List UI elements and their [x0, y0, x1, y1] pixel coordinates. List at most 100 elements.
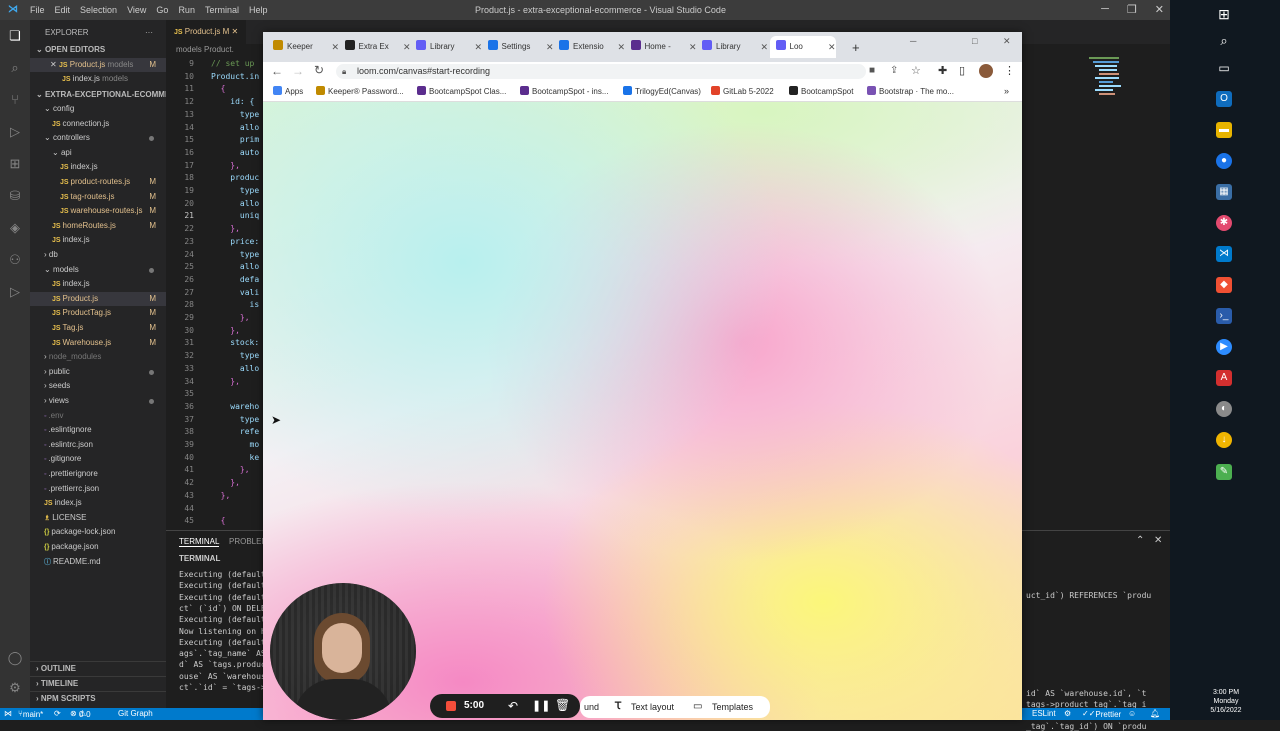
chrome-tab[interactable]: Keeper ✕: [273, 36, 339, 58]
tree-folder[interactable]: › views: [30, 394, 166, 408]
tree-folder[interactable]: › seeds: [30, 379, 166, 393]
tab-close-icon[interactable]: ✕: [617, 36, 625, 58]
code-line[interactable]: type: [211, 110, 259, 119]
search-icon[interactable]: ⌕: [7, 60, 23, 76]
system-clock[interactable]: 3:00 PM Monday 5/16/2022: [1196, 688, 1256, 715]
tree-file[interactable]: JS connection.js: [30, 117, 166, 131]
tree-file[interactable]: JS warehouse-routes.js M: [30, 204, 166, 218]
code-line[interactable]: {: [211, 516, 226, 525]
npm-scripts-section[interactable]: › NPM SCRIPTS: [30, 691, 166, 705]
code-line[interactable]: },: [211, 224, 240, 233]
tab-close-icon[interactable]: ✕: [403, 36, 411, 58]
bookmarks-overflow-icon[interactable]: »: [1004, 86, 1009, 96]
tree-file[interactable]: ⓘ README.md: [30, 555, 166, 569]
tree-file[interactable]: ◦ .prettierignore: [30, 467, 166, 481]
camera-icon[interactable]: ■: [869, 65, 875, 76]
tree-file[interactable]: ◦ .env: [30, 409, 166, 423]
chrome-tab[interactable]: Library ✕: [702, 36, 768, 58]
code-line[interactable]: price:: [211, 237, 259, 246]
tree-file[interactable]: JS index.js: [30, 496, 166, 510]
bookmark-star-icon[interactable]: ☆: [911, 64, 921, 77]
code-line[interactable]: {: [211, 84, 226, 93]
account-icon[interactable]: ◯: [7, 650, 23, 666]
extensions-puzzle-icon[interactable]: ✚: [938, 64, 947, 77]
code-line[interactable]: type: [211, 351, 259, 360]
menu-edit[interactable]: Edit: [55, 5, 71, 15]
code-line[interactable]: type: [211, 186, 259, 195]
notifications-icon[interactable]: 🔔︎: [1150, 709, 1160, 718]
share-icon[interactable]: ⇪: [890, 65, 898, 76]
tab-close-icon[interactable]: ✕: [760, 36, 768, 58]
tree-file[interactable]: ◦ .eslintignore: [30, 423, 166, 437]
code-line[interactable]: uniq: [211, 211, 259, 220]
database-icon[interactable]: ⛁: [7, 188, 23, 204]
menu-help[interactable]: Help: [249, 5, 268, 15]
zoom-icon[interactable]: ▶: [1216, 339, 1232, 355]
chevron-up-icon[interactable]: ⌃: [1136, 535, 1144, 546]
tree-file[interactable]: JS Tag.js M: [30, 321, 166, 335]
tree-file[interactable]: JS index.js: [30, 160, 166, 174]
code-line[interactable]: },: [211, 465, 250, 474]
code-line[interactable]: refe: [211, 427, 259, 436]
source-control-icon[interactable]: ⑂: [7, 92, 23, 108]
tree-file[interactable]: JS product-routes.js M: [30, 175, 166, 189]
open-editor-item[interactable]: JS index.js models: [30, 72, 166, 86]
tree-file[interactable]: JS Product.js M: [30, 291, 166, 306]
menu-go[interactable]: Go: [156, 5, 168, 15]
tree-folder[interactable]: › node_modules: [30, 350, 166, 364]
undo-icon[interactable]: ↶: [508, 699, 518, 713]
tree-file[interactable]: JS tag-routes.js M: [30, 190, 166, 204]
address-bar[interactable]: 🔒︎ loom.com/canvas#start-recording: [336, 64, 866, 79]
close-icon[interactable]: ✕: [1155, 3, 1164, 16]
side-panel-icon[interactable]: ▯: [959, 64, 965, 77]
acrobat-icon[interactable]: A: [1216, 370, 1232, 386]
file-explorer-icon[interactable]: ▬: [1216, 122, 1232, 138]
run-debug-icon[interactable]: ▷: [7, 124, 23, 140]
code-line[interactable]: stock:: [211, 338, 259, 347]
search-icon[interactable]: ⌕: [1216, 33, 1232, 49]
powershell-icon[interactable]: ›_: [1216, 308, 1232, 324]
reload-icon[interactable]: ↻: [314, 63, 324, 77]
tree-file[interactable]: JS index.js: [30, 233, 166, 247]
remote-indicator-icon[interactable]: ⋈: [4, 709, 12, 718]
project-header[interactable]: ⌄ EXTRA-EXCEPTIONAL-ECOMME...: [30, 88, 166, 102]
code-line[interactable]: },: [211, 377, 240, 386]
bookmark-item[interactable]: Keeper® Password...: [316, 86, 404, 96]
bookmark-item[interactable]: BootcampSpot - ins...: [520, 86, 608, 96]
chrome-icon[interactable]: ●: [1216, 153, 1232, 169]
tab-close-icon[interactable]: ✕: [546, 36, 554, 58]
bookmark-item[interactable]: BootcampSpot: [789, 86, 853, 96]
tree-file[interactable]: ◦ .eslintrc.json: [30, 438, 166, 452]
code-line[interactable]: // set up: [211, 59, 254, 68]
code-line[interactable]: allo: [211, 262, 259, 271]
pause-icon[interactable]: ❚❚: [532, 699, 550, 712]
git-graph-icon[interactable]: ⚇: [7, 252, 23, 268]
tab-close-icon[interactable]: ✕: [828, 36, 836, 58]
chrome-tab[interactable]: Extra Ex ✕: [344, 36, 411, 58]
code-line[interactable]: ke: [211, 453, 260, 462]
menu-terminal[interactable]: Terminal: [205, 5, 239, 15]
back-icon[interactable]: ←: [271, 64, 283, 78]
code-line[interactable]: is: [211, 300, 260, 309]
gear-icon[interactable]: ⚙: [7, 680, 23, 696]
menu-selection[interactable]: Selection: [80, 5, 117, 15]
tree-file[interactable]: {} package.json: [30, 540, 166, 554]
chrome-tab[interactable]: Home - ✕: [630, 36, 697, 58]
tree-file[interactable]: JS homeRoutes.js M: [30, 219, 166, 233]
code-line[interactable]: prim: [211, 135, 259, 144]
code-line[interactable]: allo: [211, 123, 259, 132]
bookmark-item[interactable]: Apps: [273, 86, 303, 96]
sync-icon[interactable]: ⟳: [54, 709, 61, 718]
calculator-icon[interactable]: ▦: [1216, 184, 1232, 200]
tab-close-icon[interactable]: ✕: [474, 36, 482, 58]
more-actions-icon[interactable]: ···: [145, 26, 165, 40]
stop-record-button[interactable]: [446, 701, 456, 711]
slack-icon[interactable]: ✱: [1216, 215, 1232, 231]
code-line[interactable]: type: [211, 415, 259, 424]
chrome-minimize-icon[interactable]: ─: [910, 36, 916, 46]
tree-file[interactable]: ◦ .prettierrc.json: [30, 482, 166, 496]
bookmark-item[interactable]: BootcampSpot Clas...: [417, 86, 506, 96]
chrome-tab[interactable]: Loo ✕: [769, 36, 836, 58]
tab-close-icon[interactable]: ✕: [689, 36, 697, 58]
notepad-icon[interactable]: ✎: [1216, 464, 1232, 480]
